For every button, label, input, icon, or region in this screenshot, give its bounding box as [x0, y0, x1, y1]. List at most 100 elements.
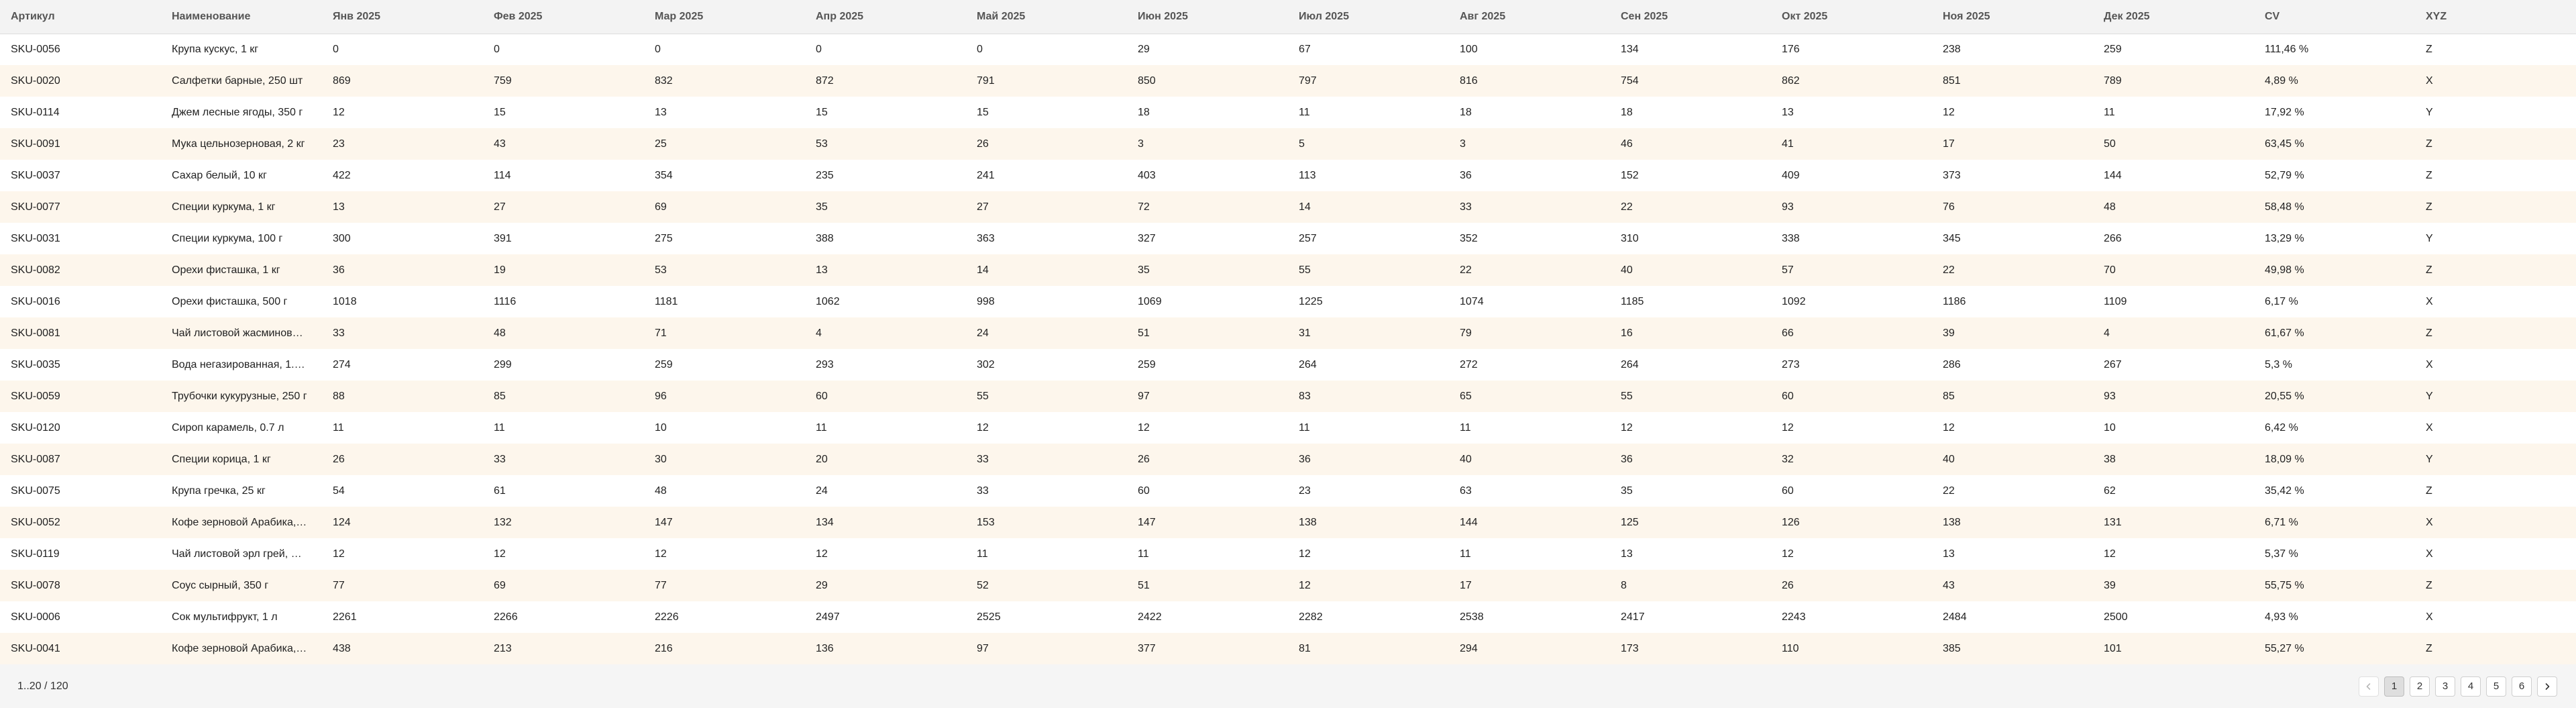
- cell-name: Специи куркума, 100 г: [172, 232, 283, 244]
- cell-feb: 132: [494, 516, 512, 528]
- cell-xyz: Y: [2426, 453, 2433, 465]
- cell-cv: 5,3 %: [2265, 358, 2292, 370]
- cell-apr: 15: [816, 106, 828, 118]
- page-button-2[interactable]: 2: [2410, 676, 2430, 697]
- cell-may: 55: [977, 390, 989, 402]
- column-header-oct[interactable]: Окт 2025: [1771, 0, 1932, 34]
- column-header-sep[interactable]: Сен 2025: [1610, 0, 1771, 34]
- table-row[interactable]: SKU-0091 Мука цельнозерновая, 2 кг 23 43 25 5…: [0, 128, 2576, 160]
- cell-sep: 36: [1621, 453, 1633, 465]
- cell-dec: 39: [2104, 579, 2116, 591]
- cell-sku: SKU-0081: [11, 327, 60, 339]
- table-row[interactable]: SKU-0120 Сироп карамель, 0.7 л 11 11 10 11 12 1…: [0, 412, 2576, 444]
- cell-cv: 58,48 %: [2265, 201, 2304, 213]
- cell-mar: 77: [655, 579, 667, 591]
- column-header-apr[interactable]: Апр 2025: [805, 0, 966, 34]
- column-header-jun[interactable]: Июн 2025: [1127, 0, 1288, 34]
- cell-jun: 147: [1138, 516, 1156, 528]
- table-row[interactable]: SKU-0075 Крупа гречка, 25 кг 54 61 48 24 33 60 2…: [0, 475, 2576, 507]
- cell-mar: 48: [655, 485, 667, 497]
- cell-sku: SKU-0035: [11, 358, 60, 370]
- cell-nov: 345: [1943, 232, 1961, 244]
- cell-oct: 13: [1782, 106, 1794, 118]
- column-header-xyz[interactable]: XYZ: [2415, 0, 2576, 34]
- table-row[interactable]: SKU-0059 Трубочки кукурузные, 250 г 88 85 96…: [0, 381, 2576, 412]
- cell-name: Мука цельнозерновая, 2 кг: [172, 138, 305, 150]
- cell-sku: SKU-0075: [11, 485, 60, 497]
- table-row[interactable]: SKU-0041 Кофе зерновой Арабика, 250 г 438 2…: [0, 633, 2576, 664]
- cell-feb: 48: [494, 327, 506, 339]
- pagination: 123456: [2359, 676, 2557, 697]
- cell-feb: 27: [494, 201, 506, 213]
- cell-may: 33: [977, 453, 989, 465]
- cell-cv: 6,71 %: [2265, 516, 2298, 528]
- table-row[interactable]: SKU-0087 Специи корица, 1 кг 26 33 30 20 33 26 3…: [0, 444, 2576, 475]
- cell-jan: 26: [333, 453, 345, 465]
- table-row[interactable]: SKU-0037 Сахар белый, 10 кг 422 114 354 235 24…: [0, 160, 2576, 191]
- cell-xyz: Z: [2426, 201, 2432, 213]
- table-row[interactable]: SKU-0020 Салфетки барные, 250 шт 869 759 832…: [0, 65, 2576, 97]
- table-row[interactable]: SKU-0078 Соус сырный, 350 г 77 69 77 29 52 51 12…: [0, 570, 2576, 601]
- cell-feb: 15: [494, 106, 506, 118]
- column-header-nov[interactable]: Ноя 2025: [1932, 0, 2093, 34]
- cell-mar: 2226: [655, 611, 679, 623]
- column-header-name[interactable]: Наименование: [161, 0, 322, 34]
- cell-mar: 71: [655, 327, 667, 339]
- column-header-cv[interactable]: CV: [2254, 0, 2415, 34]
- column-header-mar[interactable]: Мар 2025: [644, 0, 805, 34]
- column-header-jan[interactable]: Янв 2025: [322, 0, 483, 34]
- cell-xyz: X: [2426, 548, 2433, 560]
- cell-cv: 17,92 %: [2265, 106, 2304, 118]
- header-row: Артикул Наименование Янв 2025 Фев 2025 Мар 2…: [0, 0, 2576, 34]
- cell-apr: 35: [816, 201, 828, 213]
- page-button-4[interactable]: 4: [2461, 676, 2481, 697]
- cell-jun: 1069: [1138, 295, 1162, 307]
- cell-sku: SKU-0037: [11, 169, 60, 181]
- table-row[interactable]: SKU-0119 Чай листовой эрл грей, 500 г 12 12…: [0, 538, 2576, 570]
- cell-sku: SKU-0120: [11, 421, 60, 434]
- cell-name: Крупа кускус, 1 кг: [172, 43, 259, 55]
- table-row[interactable]: SKU-0082 Орехи фисташка, 1 кг 36 19 53 13 14 35…: [0, 254, 2576, 286]
- cell-mar: 147: [655, 516, 673, 528]
- cell-aug: 294: [1460, 642, 1478, 654]
- cell-sku: SKU-0114: [11, 106, 60, 118]
- table-row[interactable]: SKU-0081 Чай листовой жасминовый, 500 г 33…: [0, 317, 2576, 349]
- cell-oct: 409: [1782, 169, 1800, 181]
- cell-name: Кофе зерновой Арабика, 1 кг: [172, 516, 317, 528]
- table-row[interactable]: SKU-0114 Джем лесные ягоды, 350 г 12 15 13 15…: [0, 97, 2576, 128]
- cell-sep: 18: [1621, 106, 1633, 118]
- cell-apr: 388: [816, 232, 834, 244]
- cell-jul: 11: [1299, 421, 1310, 434]
- cell-aug: 11: [1460, 421, 1471, 434]
- cell-aug: 65: [1460, 390, 1472, 402]
- cell-jun: 97: [1138, 390, 1150, 402]
- table-row[interactable]: SKU-0006 Сок мультифрукт, 1 л 2261 2266 2226…: [0, 601, 2576, 633]
- cell-may: 363: [977, 232, 995, 244]
- prev-page-button[interactable]: [2359, 676, 2379, 697]
- table-row[interactable]: SKU-0077 Специи куркума, 1 кг 13 27 69 35 27 72…: [0, 191, 2576, 223]
- cell-mar: 12: [655, 548, 667, 560]
- page-button-5[interactable]: 5: [2486, 676, 2506, 697]
- cell-jan: 11: [333, 421, 344, 434]
- cell-nov: 39: [1943, 327, 1955, 339]
- column-header-may[interactable]: Май 2025: [966, 0, 1127, 34]
- cell-feb: 759: [494, 74, 512, 87]
- cell-jan: 88: [333, 390, 345, 402]
- cell-mar: 0: [655, 43, 661, 55]
- column-header-dec[interactable]: Дек 2025: [2093, 0, 2254, 34]
- table-row[interactable]: SKU-0056 Крупа кускус, 1 кг 0 0 0 0 0 29 67 100 13…: [0, 34, 2576, 65]
- table-row[interactable]: SKU-0031 Специи куркума, 100 г 300 391 275 38…: [0, 223, 2576, 254]
- column-header-sku[interactable]: Артикул: [0, 0, 161, 34]
- column-header-aug[interactable]: Авг 2025: [1449, 0, 1610, 34]
- page-button-3[interactable]: 3: [2435, 676, 2455, 697]
- table-row[interactable]: SKU-0052 Кофе зерновой Арабика, 1 кг 124 13…: [0, 507, 2576, 538]
- column-header-feb[interactable]: Фев 2025: [483, 0, 644, 34]
- column-header-jul[interactable]: Июл 2025: [1288, 0, 1449, 34]
- page-button-1[interactable]: 1: [2384, 676, 2404, 697]
- next-page-button[interactable]: [2537, 676, 2557, 697]
- cell-jan: 77: [333, 579, 345, 591]
- table-row[interactable]: SKU-0035 Вода негазированная, 1.5 л 274 299…: [0, 349, 2576, 381]
- cell-dec: 70: [2104, 264, 2116, 276]
- table-row[interactable]: SKU-0016 Орехи фисташка, 500 г 1018 1116 118…: [0, 286, 2576, 317]
- page-button-6[interactable]: 6: [2512, 676, 2532, 697]
